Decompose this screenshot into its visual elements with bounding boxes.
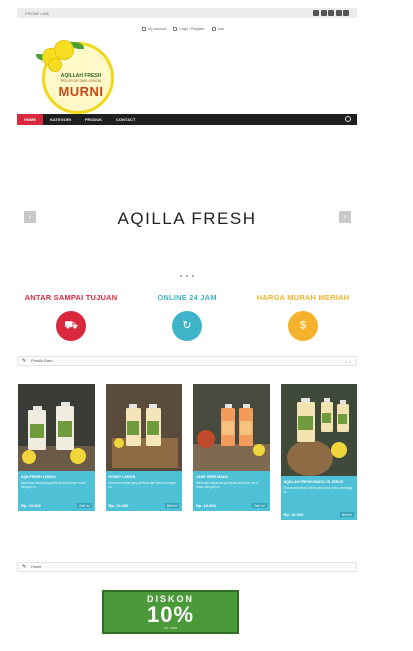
my-account-label: My account	[148, 27, 167, 31]
feature-price: HARGA MURAH MERIAH $	[249, 293, 357, 356]
feature-online: ONLINE 24 JAM ↻	[133, 293, 241, 356]
section-header-produk: ✎ Produk Baru ‹ ›	[17, 356, 357, 366]
nav-contact[interactable]: CONTACT	[109, 114, 142, 125]
product-image[interactable]	[18, 384, 95, 471]
product-card[interactable]: AQILLAH FRESH MADU VS JERUK Minuman herb…	[280, 384, 357, 520]
section-title: Produk Baru	[31, 359, 53, 363]
slide-title: AQILLA FRESH	[117, 209, 257, 228]
nav-produk[interactable]: PRODUK	[78, 114, 109, 125]
google-plus-icon[interactable]	[328, 10, 334, 16]
pin-icon: ✎	[22, 564, 27, 570]
product-description: Minuman sehat yang terbuat dari lemon mu…	[21, 481, 87, 490]
coin-icon: $	[288, 311, 318, 341]
feature-title: HARGA MURAH MERIAH	[256, 293, 350, 302]
logo-text: AQILLAH FRESH PELOPOR SARI LEMON MURNI	[50, 74, 112, 98]
product-price: Rp. 10.000	[196, 503, 216, 508]
product-price: Rp. 10.000	[21, 503, 41, 508]
lemon-icon	[48, 58, 62, 72]
product-name[interactable]: JAHE SERE MADU	[196, 475, 267, 479]
slider-dot[interactable]	[186, 275, 188, 277]
clock-icon: ↻	[172, 311, 202, 341]
product-description: Minuman sehat yang terbuat dari lemon de…	[108, 481, 177, 490]
login-register-link[interactable]: Login / Register	[173, 27, 205, 31]
product-info: HONEY LEMON Minuman sehat yang terbuat d…	[105, 471, 182, 511]
buy-button[interactable]: Beli Ini	[164, 503, 179, 508]
slider-next-button[interactable]: ›	[339, 211, 351, 223]
feature-title: ONLINE 24 JAM	[157, 293, 217, 302]
phone-text: PHONE LINE	[25, 10, 50, 16]
product-name[interactable]: HONEY LEMON	[109, 475, 180, 479]
product-description: Minuman herbal nutrisi yang bisa untuk b…	[283, 486, 353, 495]
promo-banner[interactable]: DISKON 10% ALL ITEM	[102, 590, 239, 634]
promo-sub-text: ALL ITEM	[163, 626, 178, 630]
cart-label: Cart	[217, 27, 225, 31]
cart-link[interactable]: Cart	[211, 27, 225, 31]
product-price: Rp. 10.000	[283, 512, 304, 517]
carousel-nav[interactable]: ‹ ›	[345, 359, 352, 364]
header: My account Login / Register Cart AQILLAH…	[17, 18, 357, 114]
search-icon[interactable]	[345, 116, 351, 122]
lemon-icon	[54, 40, 74, 60]
instagram-icon[interactable]	[335, 10, 342, 16]
social-links	[313, 10, 349, 16]
pin-icon: ✎	[22, 358, 27, 364]
twitter-icon[interactable]	[320, 10, 327, 16]
nav-kategori[interactable]: KATEGORI	[43, 114, 78, 125]
product-price: Rp. 10.000	[108, 503, 129, 508]
top-bar: PHONE LINE	[17, 8, 357, 18]
product-description: Minuman sehat yang terbuat dari jahe, se…	[196, 481, 259, 490]
product-info: JAHE SERE MADU Minuman sehat yang terbua…	[193, 471, 270, 511]
product-list: AQILFRESH LEMON Minuman sehat yang terbu…	[17, 384, 357, 520]
product-name[interactable]: AQILLAH FRESH MADU VS JERUK	[284, 480, 355, 484]
buy-button[interactable]: Beli Ini	[339, 512, 354, 517]
truck-icon: ⛟	[56, 311, 86, 341]
product-info: AQILFRESH LEMON Minuman sehat yang terbu…	[18, 471, 95, 511]
feature-delivery: ANTAR SAMPAI TUJUAN ⛟	[17, 293, 125, 356]
product-card[interactable]: AQILFRESH LEMON Minuman sehat yang terbu…	[18, 384, 95, 520]
section-title: Home	[31, 565, 42, 569]
features-row: ANTAR SAMPAI TUJUAN ⛟ ONLINE 24 JAM ↻ HA…	[17, 293, 357, 356]
product-card[interactable]: JAHE SERE MADU Minuman sehat yang terbua…	[193, 384, 270, 520]
cart-icon	[211, 27, 216, 31]
hero-slider: ‹ AQILLA FRESH ›	[17, 125, 357, 285]
facebook-icon[interactable]	[313, 10, 319, 16]
site-logo[interactable]: AQILLAH FRESH PELOPOR SARI LEMON MURNI	[34, 32, 116, 116]
slider-dot[interactable]	[180, 275, 182, 277]
logo-line-3: MURNI	[58, 83, 104, 99]
product-info: AQILLAH FRESH MADU VS JERUK Minuman herb…	[280, 476, 357, 520]
nav-home[interactable]: HOME	[17, 114, 43, 125]
login-register-label: Login / Register	[179, 27, 205, 31]
product-card[interactable]: HONEY LEMON Minuman sehat yang terbuat d…	[105, 384, 182, 520]
product-image[interactable]	[280, 384, 357, 476]
slider-dot[interactable]	[192, 275, 194, 277]
section-header-home: ✎ Home	[17, 562, 357, 572]
my-account-link[interactable]: My account	[142, 27, 166, 31]
promo-discount-text: 10%	[146, 602, 195, 627]
product-image[interactable]	[193, 384, 270, 471]
buy-button[interactable]: Beli Ini	[77, 503, 92, 508]
page: PHONE LINE My account Login / Register C…	[17, 8, 357, 572]
account-links: My account Login / Register Cart	[142, 27, 224, 31]
buy-button[interactable]: Beli Ini	[252, 503, 267, 508]
main-nav: HOME KATEGORI PRODUK CONTACT	[17, 114, 357, 125]
feature-title: ANTAR SAMPAI TUJUAN	[24, 293, 118, 302]
user-icon	[142, 27, 146, 31]
slider-dots	[17, 275, 357, 277]
product-name[interactable]: AQILFRESH LEMON	[21, 475, 92, 479]
product-image[interactable]	[105, 384, 182, 471]
youtube-icon[interactable]	[343, 10, 349, 16]
key-icon	[173, 27, 178, 31]
